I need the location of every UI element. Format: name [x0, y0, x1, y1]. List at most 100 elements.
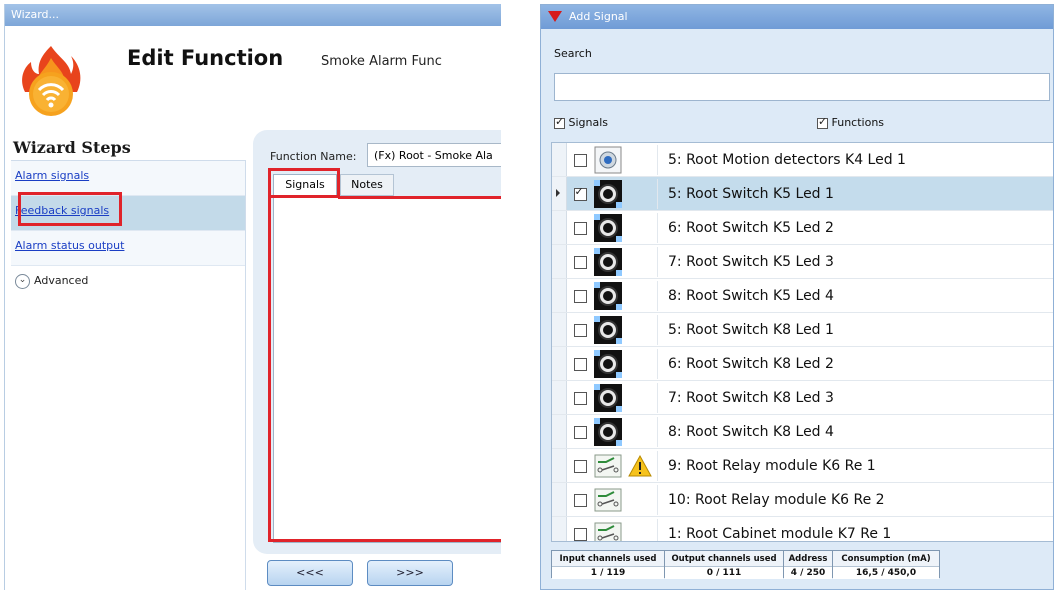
row-checkbox-cell[interactable]	[567, 286, 593, 305]
row-checkbox[interactable]	[573, 222, 587, 235]
row-checkbox[interactable]	[573, 185, 587, 201]
filter-functions[interactable]: Functions	[817, 115, 885, 129]
highlight-line-top	[338, 196, 501, 199]
signal-row[interactable]: 5: Root Motion detectors K4 Led 1	[552, 143, 1053, 177]
functions-checkbox[interactable]	[817, 115, 828, 129]
collapse-triangle-icon[interactable]	[548, 11, 562, 22]
warning-cell	[623, 280, 658, 311]
row-checkbox[interactable]	[573, 460, 587, 473]
status-value: 0 / 111	[665, 567, 783, 579]
row-header[interactable]	[552, 313, 567, 346]
row-header[interactable]	[552, 177, 567, 210]
switch-icon	[593, 213, 623, 243]
row-header[interactable]	[552, 211, 567, 244]
filter-signals[interactable]: Signals	[554, 115, 609, 129]
signal-row[interactable]: 6: Root Switch K8 Led 2	[552, 347, 1053, 381]
row-checkbox[interactable]	[573, 256, 587, 269]
status-title: Output channels used	[665, 551, 783, 567]
warning-icon	[628, 454, 652, 476]
signal-row[interactable]: 6: Root Switch K5 Led 2	[552, 211, 1053, 245]
row-checkbox-cell[interactable]	[567, 388, 593, 407]
signal-row[interactable]: 8: Root Switch K5 Led 4	[552, 279, 1053, 313]
relay-icon	[593, 485, 623, 515]
signal-row[interactable]: 1: Root Cabinet module K7 Re 1	[552, 517, 1053, 541]
wizard-steps-title: Wizard Steps	[13, 138, 131, 157]
row-checkbox-cell[interactable]	[567, 150, 593, 169]
row-header[interactable]	[552, 347, 567, 380]
row-checkbox[interactable]	[573, 154, 587, 167]
row-checkbox[interactable]	[573, 528, 587, 541]
function-type-label: Smoke Alarm Func	[321, 54, 442, 69]
relay-icon	[593, 451, 623, 481]
signal-row[interactable]: 9: Root Relay module K6 Re 1	[552, 449, 1053, 483]
advanced-toggle[interactable]: ⌄ Advanced	[11, 266, 245, 296]
row-checkbox[interactable]	[573, 494, 587, 507]
signal-row[interactable]: 5: Root Switch K8 Led 1	[552, 313, 1053, 347]
back-button[interactable]: <<<	[267, 560, 353, 586]
row-checkbox[interactable]	[573, 324, 587, 337]
signal-name: 10: Root Relay module K6 Re 2	[668, 491, 885, 508]
row-header[interactable]	[552, 143, 567, 176]
step-alarm-status-output[interactable]: Alarm status output	[11, 231, 245, 266]
row-checkbox-cell[interactable]	[567, 218, 593, 237]
warning-cell	[623, 416, 658, 447]
status-title: Consumption (mA)	[833, 551, 939, 567]
status-value: 16,5 / 450,0	[833, 567, 939, 579]
row-checkbox-cell[interactable]	[567, 456, 593, 475]
status-cell: Output channels used 0 / 111	[664, 550, 784, 579]
signal-row[interactable]: 8: Root Switch K8 Led 4	[552, 415, 1053, 449]
row-checkbox-cell[interactable]	[567, 252, 593, 271]
highlight-box-feedback	[18, 192, 122, 226]
signals-list-area[interactable]	[273, 197, 501, 543]
switch-icon	[593, 383, 623, 413]
highlight-box-signals-tab	[268, 168, 340, 198]
row-header[interactable]	[552, 279, 567, 312]
row-checkbox-cell[interactable]	[567, 320, 593, 339]
function-name-label: Function Name:	[270, 150, 357, 163]
row-pointer-icon	[556, 189, 560, 197]
row-header[interactable]	[552, 449, 567, 482]
signal-row[interactable]: 7: Root Switch K5 Led 3	[552, 245, 1053, 279]
row-checkbox-cell[interactable]	[567, 490, 593, 509]
row-header[interactable]	[552, 517, 567, 541]
switch-icon	[593, 417, 623, 447]
search-label: Search	[554, 47, 592, 60]
status-title: Address	[784, 551, 832, 567]
signal-row[interactable]: 7: Root Switch K8 Led 3	[552, 381, 1053, 415]
signals-checkbox[interactable]	[554, 115, 565, 129]
row-header[interactable]	[552, 415, 567, 448]
add-signal-title: Add Signal	[569, 10, 628, 23]
row-checkbox[interactable]	[573, 426, 587, 439]
warning-cell	[623, 484, 658, 515]
row-checkbox-cell[interactable]	[567, 422, 593, 441]
row-header[interactable]	[552, 483, 567, 516]
filter-signals-label: Signals	[568, 116, 609, 129]
row-header[interactable]	[552, 381, 567, 414]
relay-icon	[593, 519, 623, 541]
advanced-label: Advanced	[34, 274, 89, 287]
row-checkbox-cell[interactable]	[567, 524, 593, 541]
row-checkbox[interactable]	[573, 358, 587, 371]
row-checkbox[interactable]	[573, 290, 587, 303]
signal-row[interactable]: 10: Root Relay module K6 Re 2	[552, 483, 1053, 517]
page-title: Edit Function	[127, 46, 284, 70]
search-input[interactable]	[554, 73, 1050, 101]
row-checkbox-cell[interactable]	[567, 354, 593, 373]
row-checkbox-cell[interactable]	[567, 184, 593, 203]
signal-name: 6: Root Switch K5 Led 2	[668, 219, 834, 236]
status-cell: Input channels used 1 / 119	[551, 550, 665, 579]
function-name-field[interactable]: (Fx) Root - Smoke Ala	[367, 143, 501, 167]
status-value: 1 / 119	[552, 567, 664, 579]
status-cell: Address 4 / 250	[783, 550, 833, 579]
signal-name: 9: Root Relay module K6 Re 1	[668, 457, 876, 474]
tab-notes[interactable]: Notes	[340, 174, 394, 196]
warning-cell	[623, 382, 658, 413]
step-alarm-signals[interactable]: Alarm signals	[11, 161, 245, 196]
status-bar: Input channels used 1 / 119 Output channel…	[551, 550, 940, 579]
row-header[interactable]	[552, 245, 567, 278]
next-button[interactable]: >>>	[367, 560, 453, 586]
filter-functions-label: Functions	[831, 116, 885, 129]
switch-icon	[593, 349, 623, 379]
signal-row[interactable]: 5: Root Switch K5 Led 1	[552, 177, 1053, 211]
row-checkbox[interactable]	[573, 392, 587, 405]
